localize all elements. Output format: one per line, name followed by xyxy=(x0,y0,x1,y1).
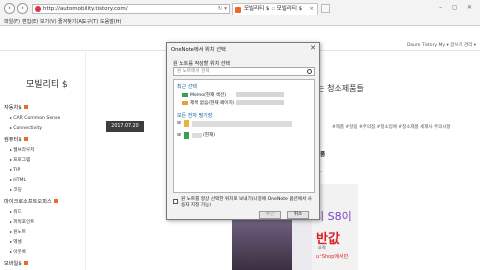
top-links[interactable]: Daum Tistory My ▾ 글쓰기 관리 ▾ xyxy=(407,42,476,48)
sub-category[interactable]: TIP xyxy=(10,167,20,173)
dialog-title: OneNote에서 위치 선택 xyxy=(171,47,226,53)
sub-category[interactable]: 코딩 xyxy=(10,187,21,193)
category-mobile[interactable]: 모바일$ xyxy=(4,260,28,267)
menu-view[interactable]: 보기(V) xyxy=(40,18,57,25)
recent-header: 최근 선택 xyxy=(177,84,197,90)
site-icon xyxy=(35,6,41,12)
location-tree: 최근 선택 Memo(현재 섹션) 제목 없음(현재 페이지) 모든 전자 필기… xyxy=(173,79,315,193)
blurred-path xyxy=(236,100,284,105)
search-placeholder: 원 노트에서 검색 xyxy=(177,69,210,74)
menu-bar: 파일(F) 편집(E) 보기(V) 즐겨찾기(A) 도구(T) 도움말(H) xyxy=(0,16,480,26)
address-text: http://automobility.tistory.com/ xyxy=(43,6,128,12)
expand-icon[interactable]: ⊞ xyxy=(177,121,181,126)
back-button[interactable]: ‹ xyxy=(4,3,15,14)
dialog-prompt: 원 노트를 작성할 위치 선택 xyxy=(173,61,230,67)
sub-category[interactable]: 원노트 xyxy=(10,229,26,235)
section-icon xyxy=(182,92,188,97)
sidebar: 모빌리티 $ 자동차$ CAR Common Sense Connectivit… xyxy=(0,52,86,270)
sub-category[interactable]: 워드 xyxy=(10,209,21,215)
sub-category[interactable]: Connectivity xyxy=(10,125,42,131)
sub-category[interactable]: 엑셀 xyxy=(10,239,21,245)
menu-edit[interactable]: 편집(E) xyxy=(22,18,38,25)
notebook-icon xyxy=(184,120,189,127)
post-date: 2017.07.20 11:24 xyxy=(106,121,144,140)
all-notebooks-header: 모든 전자 필기장 xyxy=(177,113,213,119)
search-input[interactable]: 원 노트에서 검색 xyxy=(173,67,315,76)
category-car[interactable]: 자동차$ xyxy=(4,104,28,111)
onenote-location-dialog: OneNote에서 위치 선택 ✕ 원 노트를 작성할 위치 선택 원 노트에서… xyxy=(166,42,320,220)
new-badge-icon xyxy=(23,105,28,109)
menu-file[interactable]: 파일(F) xyxy=(4,18,20,25)
refresh-icon[interactable]: ↻ ▾ xyxy=(218,5,227,13)
ok-button[interactable]: 확인 xyxy=(259,211,281,219)
menu-help[interactable]: 도움말(H) xyxy=(100,18,121,25)
category-computer[interactable]: 컴퓨터$ xyxy=(4,136,28,143)
menu-favorites[interactable]: 즐겨찾기(A) xyxy=(58,18,84,25)
notebook-item-blurred[interactable] xyxy=(192,121,292,127)
sub-category[interactable]: 프로그램 xyxy=(10,157,30,163)
cancel-button[interactable]: 취소 xyxy=(287,211,309,219)
sub-category[interactable]: 파워포인트 xyxy=(10,219,34,225)
sub-category[interactable]: HTML xyxy=(10,177,26,183)
sub-category[interactable]: CAR Common Sense xyxy=(10,115,60,121)
new-tab-button[interactable] xyxy=(321,4,330,13)
search-icon[interactable] xyxy=(307,69,312,74)
blurred-path xyxy=(236,92,284,97)
new-badge-icon xyxy=(53,199,58,203)
category-office[interactable]: 마이크로소프트오피스 xyxy=(4,198,58,205)
window-controls[interactable]: – ◻ ✕ xyxy=(439,4,476,11)
new-badge-icon xyxy=(23,137,28,141)
tab-close-icon[interactable]: × xyxy=(309,4,314,15)
notebook-icon xyxy=(184,132,189,139)
expand-icon[interactable]: ⊞ xyxy=(177,133,181,138)
page-icon xyxy=(182,100,188,105)
recent-item-untitled[interactable]: 제목 없음(현재 페이지) xyxy=(182,100,235,106)
ad-small-text: 오직 xyxy=(318,245,326,250)
forward-button[interactable]: › xyxy=(17,3,28,14)
checkbox-label: 원 노트를 항상 선택한 위치로 보내기(나중에 OneNote 옵션에서 사용… xyxy=(181,197,312,208)
ad-shop-text: u⁺Shop에서만 xyxy=(316,254,349,260)
recent-item-memo[interactable]: Memo(현재 섹션) xyxy=(182,92,226,98)
post-tags[interactable]: #제품 #살림 #주의점 #청소업체 #청소제품 세제사 주의사항 xyxy=(332,124,451,130)
sub-category[interactable]: 웹브라우저 xyxy=(10,147,34,153)
browser-chrome: ‹ › http://automobility.tistory.com/ ↻ ▾… xyxy=(0,0,480,26)
notebook-current-label[interactable]: (현재) xyxy=(203,132,215,138)
close-icon[interactable]: ✕ xyxy=(310,44,316,52)
browser-tab[interactable]: 모빌리티 $ :: 모빌리티 $ × xyxy=(232,3,318,15)
address-bar[interactable]: http://automobility.tistory.com/ ↻ ▾ xyxy=(32,4,230,14)
new-badge-icon xyxy=(23,261,28,265)
always-send-checkbox[interactable] xyxy=(173,199,178,204)
tab-favicon-icon xyxy=(235,7,241,13)
sub-category[interactable]: 아웃룩 xyxy=(10,249,26,255)
tab-title: 모빌리티 $ :: 모빌리티 $ xyxy=(244,6,303,12)
menu-tools[interactable]: 도구(T) xyxy=(82,18,98,25)
notebook-name-blurred[interactable] xyxy=(192,133,202,138)
blog-title[interactable]: 모빌리티 $ xyxy=(26,77,68,90)
